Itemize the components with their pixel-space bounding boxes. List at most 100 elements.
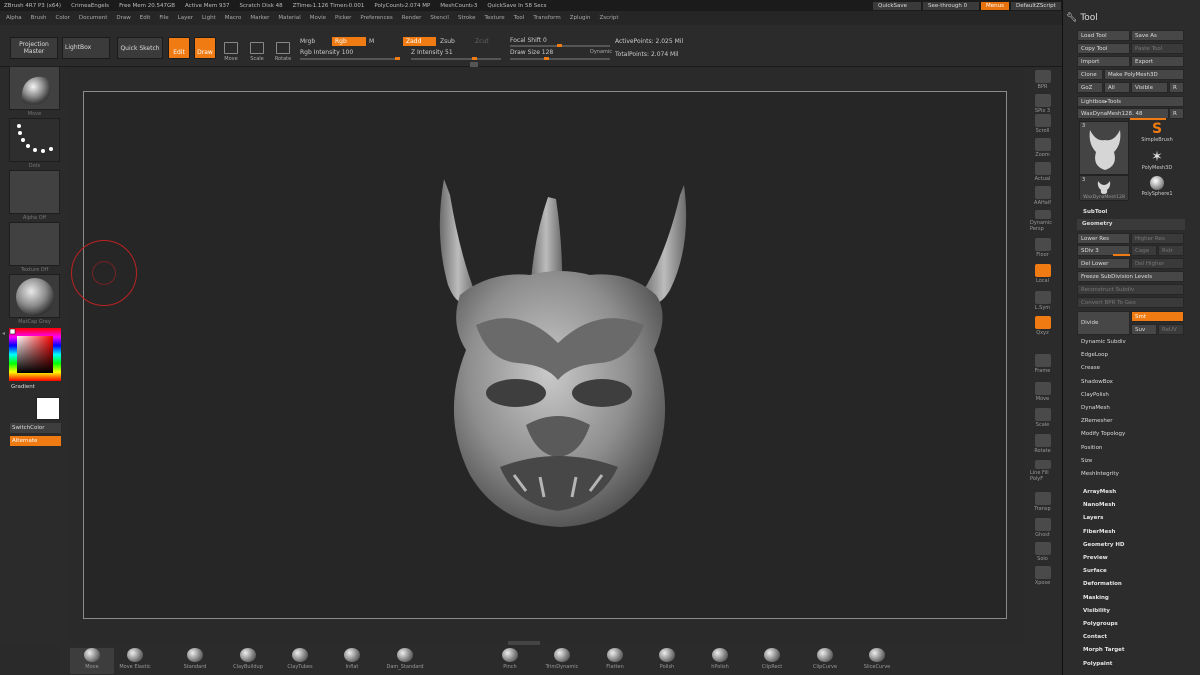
brush-flatten[interactable]: Flatten xyxy=(595,648,635,674)
menus-button[interactable]: Menus xyxy=(981,1,1009,10)
shelf-aahalf-button[interactable]: AAHalf xyxy=(1030,184,1055,206)
menu-picker[interactable]: Picker xyxy=(335,15,351,21)
brush-slicecurve[interactable]: SliceCurve xyxy=(857,648,897,674)
convert-bpr-button[interactable]: Convert BPR To Geo xyxy=(1077,297,1184,308)
brush-clipcurve[interactable]: ClipCurve xyxy=(805,648,845,674)
section-contact[interactable]: Contact xyxy=(1083,634,1107,640)
brush-polish[interactable]: Polish xyxy=(647,648,687,674)
projection-master-button[interactable]: Projection Master xyxy=(10,37,58,59)
lightbox-tools-button[interactable]: Lightbox▸Tools xyxy=(1077,96,1184,107)
section-geometry-hd[interactable]: Geometry HD xyxy=(1083,542,1125,548)
menu-light[interactable]: Light xyxy=(202,15,216,21)
export-button[interactable]: Export xyxy=(1131,56,1184,67)
reconstruct-subdiv-button[interactable]: Reconstruct Subdiv xyxy=(1077,284,1184,295)
del-lower-button[interactable]: Del Lower xyxy=(1077,258,1130,269)
alpha-selector[interactable] xyxy=(9,170,60,214)
menu-macro[interactable]: Macro xyxy=(225,15,242,21)
left-collapse-icon[interactable]: ◂ xyxy=(2,330,6,342)
goz-visible-button[interactable]: Visible xyxy=(1131,82,1168,93)
sculpt-model[interactable] xyxy=(430,175,695,535)
shelf-transp-button[interactable]: Transp xyxy=(1030,490,1055,512)
shelf-rotate-button[interactable]: Rotate xyxy=(1030,432,1055,454)
rgb-toggle[interactable]: Rgb xyxy=(332,37,366,46)
menu-zscript[interactable]: Zscript xyxy=(599,15,618,21)
scale-mode-button[interactable]: Scale xyxy=(245,36,269,62)
rstr-button[interactable]: Rstr xyxy=(1158,245,1184,256)
dynamic-toggle[interactable]: Dynamic xyxy=(590,49,612,55)
menu-marker[interactable]: Marker xyxy=(250,15,269,21)
brush-claytubes[interactable]: ClayTubes xyxy=(280,648,320,674)
brush-move[interactable]: Move xyxy=(70,648,114,674)
menu-alpha[interactable]: Alpha xyxy=(6,15,22,21)
zcut-toggle[interactable]: Zcut xyxy=(475,38,489,45)
section-fibermesh[interactable]: FiberMesh xyxy=(1083,529,1115,535)
texture-selector[interactable] xyxy=(9,222,60,266)
default-zscript-button[interactable]: DefaultZScript xyxy=(1010,1,1061,10)
tool-thumb-simplebrush[interactable]: S SimpleBrush xyxy=(1134,121,1180,149)
section-polygroups[interactable]: Polygroups xyxy=(1083,621,1118,627)
divide-button[interactable]: Divide xyxy=(1077,311,1130,335)
menu-draw[interactable]: Draw xyxy=(116,15,130,21)
canvas-top-handle[interactable] xyxy=(470,62,478,67)
zadd-toggle[interactable]: Zadd xyxy=(403,37,436,46)
shelf-frame-button[interactable]: Frame xyxy=(1030,352,1055,374)
section-layers[interactable]: Layers xyxy=(1083,515,1103,521)
menu-layer[interactable]: Layer xyxy=(178,15,193,21)
draw-button[interactable]: Draw xyxy=(194,37,216,59)
quick-sketch-button[interactable]: Quick Sketch xyxy=(117,37,163,59)
goz-all-button[interactable]: All xyxy=(1104,82,1130,93)
brush-trimdynamic[interactable]: TrimDynamic xyxy=(542,648,582,674)
clone-button[interactable]: Clone xyxy=(1077,69,1103,80)
menu-render[interactable]: Render xyxy=(402,15,422,21)
tool-thumb-main[interactable]: 3 xyxy=(1079,121,1129,175)
brush-move-elastic[interactable]: Move Elastic xyxy=(115,648,155,674)
lower-res-button[interactable]: Lower Res xyxy=(1077,233,1130,244)
shelf-move-button[interactable]: Move xyxy=(1030,380,1055,402)
shelf-scroll-button[interactable]: Scroll xyxy=(1030,112,1055,134)
smt-toggle[interactable]: Smt xyxy=(1131,311,1184,322)
shelf-bpr-button[interactable]: BPR xyxy=(1030,68,1055,90)
shelf-l-sym-button[interactable]: L.Sym xyxy=(1030,289,1055,311)
geometry-crease[interactable]: Crease xyxy=(1081,365,1100,371)
move-mode-button[interactable]: Move xyxy=(219,36,243,62)
shelf-xpose-button[interactable]: Xpose xyxy=(1030,564,1055,586)
color-picker[interactable] xyxy=(9,328,61,381)
menu-preferences[interactable]: Preferences xyxy=(360,15,392,21)
section-arraymesh[interactable]: ArrayMesh xyxy=(1083,489,1116,495)
copy-tool-button[interactable]: Copy Tool xyxy=(1077,43,1130,54)
geometry-claypolish[interactable]: ClayPolish xyxy=(1081,392,1109,398)
make-polymesh-button[interactable]: Make PolyMesh3D xyxy=(1104,69,1184,80)
tool-thumb-waxdynamesh[interactable]: 3 WaxDynaMesh128 xyxy=(1079,175,1129,201)
section-nanomesh[interactable]: NanoMesh xyxy=(1083,502,1115,508)
del-higher-button[interactable]: Del Higher xyxy=(1131,258,1184,269)
menu-file[interactable]: File xyxy=(159,15,168,21)
edit-button[interactable]: Edit xyxy=(168,37,190,59)
menu-document[interactable]: Document xyxy=(79,15,108,21)
mrgb-toggle[interactable]: Mrgb xyxy=(300,38,315,45)
rotate-mode-button[interactable]: Rotate xyxy=(271,36,295,62)
shelf-spix-3-button[interactable]: SPix 3 xyxy=(1030,92,1055,114)
geometry-size[interactable]: Size xyxy=(1081,458,1092,464)
load-tool-button[interactable]: Load Tool xyxy=(1077,30,1130,41)
tool-palette-header[interactable]: 🔧︎ Tool xyxy=(1066,13,1098,23)
shelf-line-fill-polyf-button[interactable]: Line Fill PolyF xyxy=(1030,460,1055,482)
brush-inflat[interactable]: Inflat xyxy=(332,648,372,674)
reuv-toggle[interactable]: ReUV xyxy=(1158,324,1184,335)
geometry-zremesher[interactable]: ZRemesher xyxy=(1081,418,1112,424)
paste-tool-button[interactable]: Paste Tool xyxy=(1131,43,1184,54)
section-surface[interactable]: Surface xyxy=(1083,568,1107,574)
section-masking[interactable]: Masking xyxy=(1083,595,1109,601)
material-selector[interactable] xyxy=(9,274,60,318)
menu-color[interactable]: Color xyxy=(56,15,70,21)
menu-material[interactable]: Material xyxy=(278,15,300,21)
z-intensity-slider[interactable] xyxy=(411,57,501,60)
menu-texture[interactable]: Texture xyxy=(485,15,505,21)
quicksave-button[interactable]: QuickSave xyxy=(873,1,921,10)
section-visibility[interactable]: Visibility xyxy=(1083,608,1110,614)
shelf-solo-button[interactable]: Solo xyxy=(1030,540,1055,562)
gradient-toggle[interactable]: Gradient xyxy=(11,384,35,390)
brush-dam-standard[interactable]: Dam_Standard xyxy=(385,648,425,674)
brush-selector[interactable] xyxy=(9,66,60,110)
menu-brush[interactable]: Brush xyxy=(31,15,47,21)
geometry-edgeloop[interactable]: EdgeLoop xyxy=(1081,352,1108,358)
